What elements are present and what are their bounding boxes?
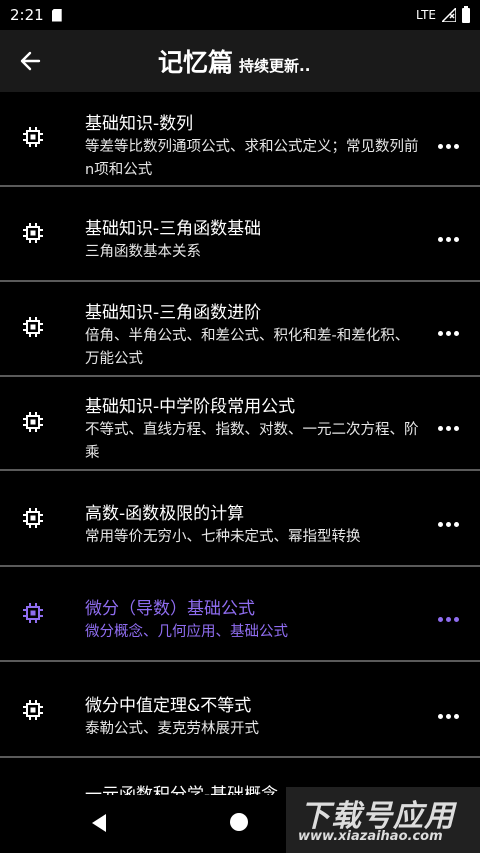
more-dot	[437, 143, 443, 149]
list-item[interactable]: 基础知识-中学阶段常用公式 不等式、直线方程、指数、对数、一元二次方程、阶乘	[0, 377, 480, 471]
more-dot	[453, 425, 459, 431]
list-item-title: 微分中值定理&不等式	[85, 696, 252, 716]
more-dot	[445, 425, 451, 431]
watermark-logo: 下载号应用 www.xiazaihao.com	[286, 787, 480, 853]
more-button[interactable]	[436, 512, 460, 536]
more-dot	[445, 236, 451, 242]
list-item-description: 微分概念、几何应用、基础公式	[85, 624, 288, 640]
list-item[interactable]: 基础知识-数列 等差等比数列通项公式、求和公式定义；常见数列前n项和公式	[0, 92, 480, 187]
more-button[interactable]	[436, 134, 460, 158]
list-item-title: 基础知识-中学阶段常用公式	[85, 397, 296, 417]
list-item-description: 三角函数基本关系	[85, 244, 201, 260]
more-dot	[437, 521, 443, 527]
chip-icon	[23, 412, 43, 432]
list-item[interactable]: 高数-函数极限的计算 常用等价无穷小、七种未定式、幂指型转换	[0, 471, 480, 567]
more-dot	[453, 713, 459, 719]
page-title: 记忆篇	[158, 48, 234, 77]
more-button[interactable]	[436, 227, 460, 251]
list-item-title: 微分（导数）基础公式	[85, 599, 255, 619]
more-dot	[445, 143, 451, 149]
more-dot	[453, 143, 459, 149]
back-button[interactable]	[0, 30, 60, 92]
list-item-description: 常用等价无穷小、七种未定式、幂指型转换	[85, 529, 361, 545]
list-item[interactable]: 微分中值定理&不等式 泰勒公式、麦克劳林展开式	[0, 662, 480, 758]
page-subtitle: 持续更新..	[239, 57, 311, 75]
chip-icon	[23, 700, 43, 720]
status-time: 2:21	[10, 6, 44, 24]
more-dot	[453, 521, 459, 527]
list-item-description: 泰勒公式、麦克劳林展开式	[85, 721, 259, 737]
more-button[interactable]	[436, 704, 460, 728]
more-dot	[437, 236, 443, 242]
list-item-description: 等差等比数列通项公式、求和公式定义；常见数列前n项和公式	[85, 139, 419, 178]
list-item-title: 高数-函数极限的计算	[85, 504, 245, 524]
list-item-description: 倍角、半角公式、和差公式、积化和差-和差化积、万能公式	[85, 328, 410, 367]
status-bar: 2:21 LTE	[0, 0, 480, 30]
nav-home-icon[interactable]	[230, 813, 248, 831]
app-bar: 记忆篇 持续更新..	[0, 30, 480, 92]
more-dot	[453, 616, 459, 622]
more-dot	[437, 616, 443, 622]
list-item[interactable]: 微分（导数）基础公式 微分概念、几何应用、基础公式	[0, 567, 480, 662]
list-item-title: 基础知识-三角函数进阶	[85, 303, 262, 323]
nav-back-icon[interactable]	[90, 813, 108, 833]
chip-icon	[23, 317, 43, 337]
battery-icon	[462, 5, 470, 23]
list-item-title: 基础知识-数列	[85, 114, 194, 134]
list-item-title: 基础知识-三角函数基础	[85, 219, 262, 239]
chip-icon	[23, 127, 43, 147]
more-dot	[445, 521, 451, 527]
signal-icon	[442, 8, 456, 22]
chip-icon	[23, 508, 43, 528]
more-dot	[453, 330, 459, 336]
sd-card-icon	[51, 8, 62, 22]
more-button[interactable]	[436, 321, 460, 345]
more-button[interactable]	[436, 607, 460, 631]
chip-icon	[23, 223, 43, 243]
more-dot	[437, 713, 443, 719]
network-type: LTE	[416, 8, 436, 22]
chip-icon	[23, 603, 43, 623]
more-dot	[437, 425, 443, 431]
arrow-left-icon	[20, 51, 41, 71]
list-item-description: 不等式、直线方程、指数、对数、一元二次方程、阶乘	[85, 422, 419, 461]
more-dot	[453, 236, 459, 242]
list-item[interactable]: 基础知识-三角函数基础 三角函数基本关系	[0, 187, 480, 282]
more-dot	[445, 713, 451, 719]
more-button[interactable]	[436, 416, 460, 440]
list-item[interactable]: 基础知识-三角函数进阶 倍角、半角公式、和差公式、积化和差-和差化积、万能公式	[0, 282, 480, 377]
more-dot	[445, 330, 451, 336]
more-dot	[445, 616, 451, 622]
watermark-url: www.xiazaihao.com	[298, 829, 443, 844]
list-item-title: 一元函数积分学-基础概念	[85, 785, 279, 795]
more-dot	[437, 330, 443, 336]
